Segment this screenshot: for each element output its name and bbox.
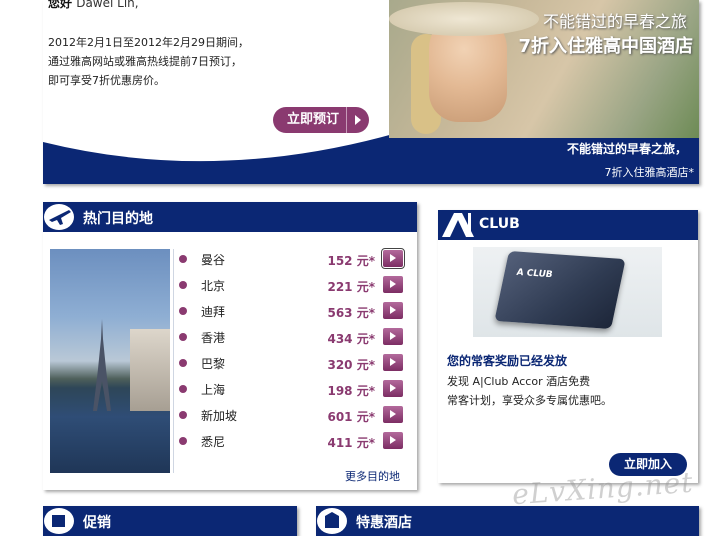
destination-city[interactable]: 迪拜 xyxy=(201,303,225,320)
play-arrow-icon[interactable] xyxy=(383,302,403,319)
hotel-icon xyxy=(317,508,347,534)
play-arrow-icon[interactable] xyxy=(383,380,403,397)
panel-title: 热门目的地 xyxy=(83,211,153,227)
special-hotels-panel: 特惠酒店 xyxy=(316,506,699,536)
greeting-name: Dawei Lin, xyxy=(76,0,139,10)
bullet-icon xyxy=(179,255,187,263)
play-arrow-icon[interactable] xyxy=(381,248,405,269)
divider xyxy=(173,249,174,473)
promo-banner: 您好 Dawei Lin, 2012年2月1日至2012年2月29日期间， 通过… xyxy=(43,0,699,184)
destination-price: 198 元* xyxy=(327,384,375,398)
plane-icon xyxy=(44,204,74,230)
photo-title-2: 7折入住雅高中国酒店 xyxy=(518,36,693,57)
banner-body: 2012年2月1日至2012年2月29日期间， 通过雅高网站或雅高热线提前7日预… xyxy=(48,33,368,90)
destination-price: 563 元* xyxy=(327,306,375,320)
popular-destinations-panel: 热门目的地 曼谷 152 元* 北京 221 元* 迪拜 563 元* 香港 4… xyxy=(43,202,417,490)
destination-city[interactable]: 北京 xyxy=(201,277,225,294)
membership-card-image[interactable]: A CLUB xyxy=(473,247,662,337)
destination-city[interactable]: 曼谷 xyxy=(201,251,225,268)
greeting-label: 您好 xyxy=(48,0,73,10)
card-graphic: A CLUB xyxy=(494,250,626,330)
banner-line-3: 即可享受7折优惠房价。 xyxy=(48,74,165,87)
promo-icon xyxy=(44,508,74,534)
banner-line-2: 通过雅高网站或雅高热线提前7日预订， xyxy=(48,55,242,68)
panel-title: 促销 xyxy=(83,515,111,531)
banner-wave xyxy=(43,134,393,184)
caption-line-1: 不能错过的早春之旅， xyxy=(566,142,687,156)
destination-row[interactable]: 巴黎 320 元* xyxy=(179,351,411,377)
panel-header: 特惠酒店 xyxy=(316,506,699,536)
panel-header: 促销 xyxy=(43,506,297,536)
panel-title: CLUB xyxy=(479,216,520,232)
destination-city[interactable]: 香港 xyxy=(201,329,225,346)
play-arrow-icon[interactable] xyxy=(383,328,403,345)
destination-city[interactable]: 新加坡 xyxy=(201,407,237,424)
bullet-icon xyxy=(179,281,187,289)
panel-header: 热门目的地 xyxy=(43,202,417,232)
bullet-icon xyxy=(179,307,187,315)
aclub-panel: CLUB A CLUB 您的常客奖励已经发放 发现 A|Club Accor 酒… xyxy=(438,210,698,483)
caption-line-2: 7折入住雅高酒店* xyxy=(604,166,695,179)
eiffel-tower-graphic xyxy=(93,319,111,411)
destination-city[interactable]: 悉尼 xyxy=(201,433,225,450)
banner-line-1: 2012年2月1日至2012年2月29日期间， xyxy=(48,36,249,49)
club-headline[interactable]: 您的常客奖励已经发放 xyxy=(447,352,567,369)
destination-row[interactable]: 悉尼 411 元* xyxy=(179,429,411,455)
aclub-logo-icon xyxy=(442,213,474,237)
bullet-icon xyxy=(179,437,187,445)
bullet-icon xyxy=(179,359,187,367)
paris-photo[interactable] xyxy=(50,249,170,473)
club-desc-line-2: 常客计划，享受众多专属优惠吧。 xyxy=(447,394,612,407)
destination-price: 434 元* xyxy=(327,332,375,346)
destination-row[interactable]: 北京 221 元* xyxy=(179,273,411,299)
destination-row[interactable]: 曼谷 152 元* xyxy=(179,247,411,273)
play-arrow-icon[interactable] xyxy=(383,406,403,423)
photo-title-1: 不能错过的早春之旅 xyxy=(542,12,687,31)
play-arrow-icon[interactable] xyxy=(383,354,403,371)
destination-price: 221 元* xyxy=(327,280,375,294)
panel-header: CLUB xyxy=(438,210,698,240)
photo-hat xyxy=(389,2,539,36)
destination-price: 152 元* xyxy=(327,254,375,268)
play-arrow-icon[interactable] xyxy=(383,432,403,449)
destination-row[interactable]: 迪拜 563 元* xyxy=(179,299,411,325)
panel-title: 特惠酒店 xyxy=(356,515,412,531)
club-desc-line-1: 发现 A|Club Accor 酒店免费 xyxy=(447,375,591,388)
club-description: 发现 A|Club Accor 酒店免费 常客计划，享受众多专属优惠吧。 xyxy=(447,372,687,410)
promotions-panel: 促销 xyxy=(43,506,297,536)
destination-row[interactable]: 上海 198 元* xyxy=(179,377,411,403)
card-label: A CLUB xyxy=(515,267,554,281)
greeting: 您好 Dawei Lin, xyxy=(48,0,139,11)
destination-row[interactable]: 香港 434 元* xyxy=(179,325,411,351)
destination-city[interactable]: 上海 xyxy=(201,381,225,398)
bullet-icon xyxy=(179,411,187,419)
bullet-icon xyxy=(179,333,187,341)
banner-caption: 不能错过的早春之旅， 7折入住雅高酒店* xyxy=(389,138,699,184)
building-graphic xyxy=(130,329,170,411)
destination-price: 320 元* xyxy=(327,358,375,372)
destination-city[interactable]: 巴黎 xyxy=(201,355,225,372)
destination-price: 601 元* xyxy=(327,410,375,424)
banner-photo[interactable]: 不能错过的早春之旅 7折入住雅高中国酒店 xyxy=(389,0,699,138)
more-destinations-link[interactable]: 更多目的地 xyxy=(345,468,400,484)
bullet-icon xyxy=(179,385,187,393)
destination-price: 411 元* xyxy=(327,436,375,450)
play-arrow-icon[interactable] xyxy=(383,276,403,293)
destination-row[interactable]: 新加坡 601 元* xyxy=(179,403,411,429)
